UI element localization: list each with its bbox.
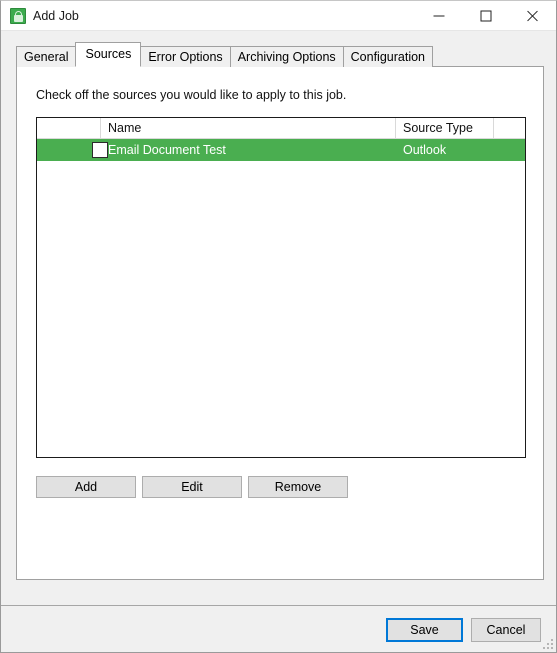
row-name: Email Document Test [108,143,226,157]
row-source-type: Outlook [403,143,447,157]
maximize-button[interactable] [463,1,509,30]
add-button[interactable]: Add [36,476,136,498]
column-header-spacer[interactable] [494,118,525,138]
sources-list-view[interactable]: Name Source Type Email Document Test Out… [36,117,526,458]
tab-sources[interactable]: Sources [75,42,142,67]
close-icon [526,9,539,22]
tab-general[interactable]: General [16,46,77,67]
maximize-icon [480,10,492,21]
column-header-checkbox[interactable] [37,118,101,138]
save-button[interactable]: Save [386,618,463,642]
remove-button[interactable]: Remove [248,476,348,498]
minimize-icon [433,15,445,16]
column-header-source-type[interactable]: Source Type [396,118,494,138]
footer-separator [1,605,556,606]
green-lock-app-icon [10,8,26,24]
list-header-row: Name Source Type [37,118,525,139]
tab-archiving-options[interactable]: Archiving Options [229,46,344,67]
title-bar: Add Job [1,1,556,31]
instruction-text: Check off the sources you would like to … [36,88,347,102]
sources-tab-panel: Check off the sources you would like to … [16,66,544,580]
tab-error-options[interactable]: Error Options [140,46,231,67]
row-checkbox[interactable] [92,142,108,158]
table-row[interactable]: Email Document Test Outlook [37,139,525,161]
tab-strip: General Sources Error Options Archiving … [16,42,434,67]
tab-configuration[interactable]: Configuration [342,46,434,67]
lock-body-shape [14,15,23,22]
add-job-dialog-window: Add Job General Sources Error Options Ar… [0,0,557,653]
resize-grip-icon[interactable] [541,637,553,649]
column-header-name[interactable]: Name [101,118,396,138]
edit-button[interactable]: Edit [142,476,242,498]
window-title: Add Job [33,9,79,23]
cancel-button[interactable]: Cancel [471,618,541,642]
minimize-button[interactable] [416,1,462,30]
close-button[interactable] [509,1,555,30]
